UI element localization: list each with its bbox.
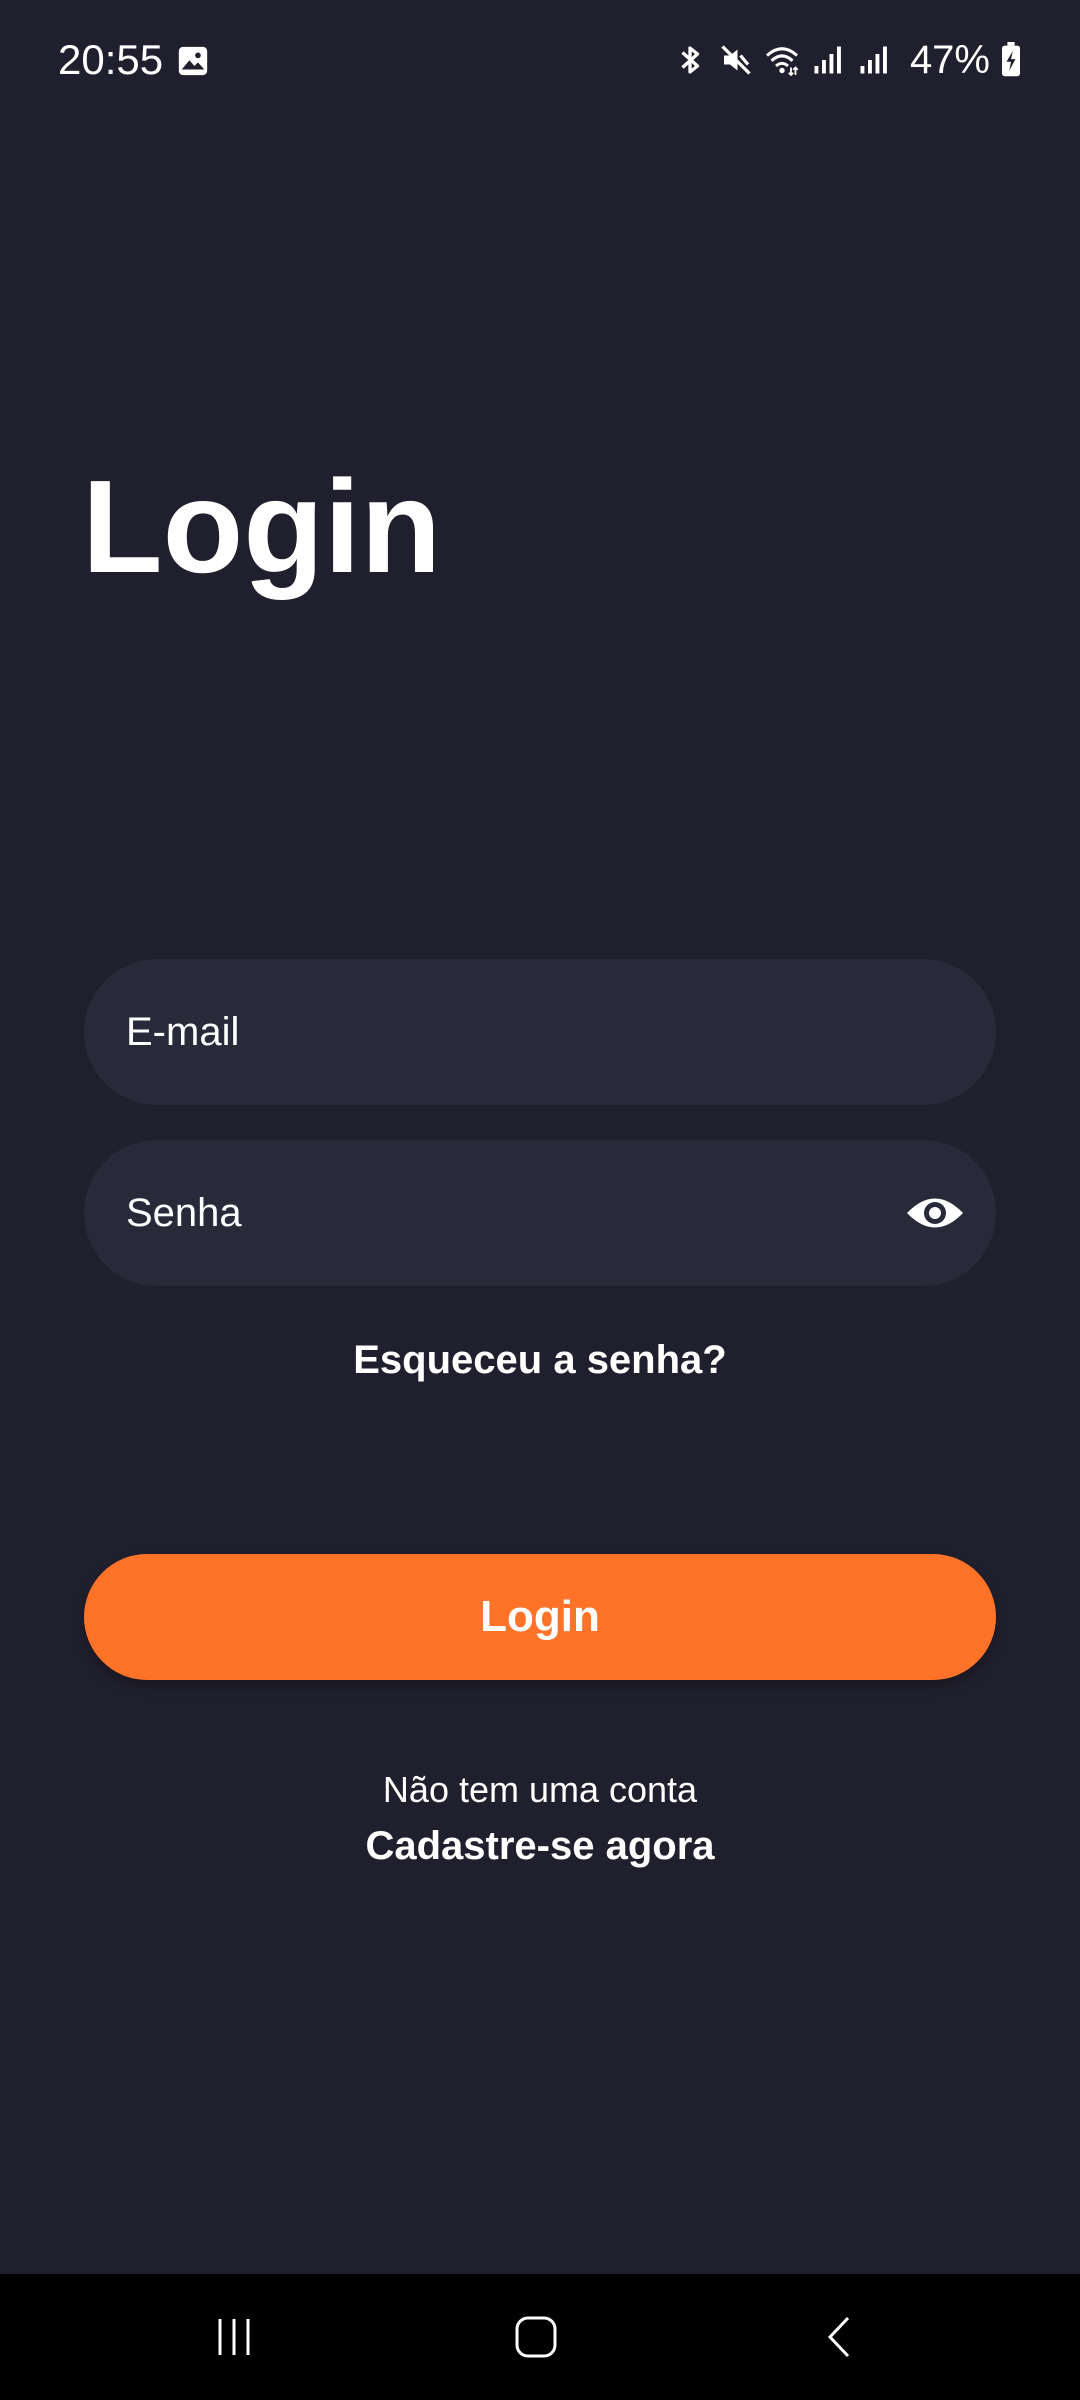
- back-icon: [827, 2316, 850, 2358]
- signal-icon: [860, 46, 887, 74]
- status-icons: 47%: [672, 34, 1022, 86]
- navigation-bar: [0, 2274, 1080, 2400]
- back-button[interactable]: [810, 2307, 870, 2367]
- home-icon: [515, 2316, 557, 2358]
- bluetooth-icon: [681, 46, 700, 74]
- gallery-icon: [178, 46, 208, 76]
- status-bar: 20:55 47%: [0, 0, 1080, 120]
- battery-percentage: 47%: [909, 38, 990, 82]
- forgot-password-link[interactable]: Esqueceu a senha?: [0, 1334, 1080, 1386]
- wifi-icon: [765, 47, 799, 77]
- battery-charging-icon: [1002, 42, 1020, 77]
- home-button[interactable]: [506, 2307, 566, 2367]
- recent-apps-button[interactable]: [204, 2307, 264, 2367]
- email-field[interactable]: [84, 959, 996, 1105]
- login-button[interactable]: Login: [84, 1554, 996, 1680]
- signal-icon: [814, 46, 841, 74]
- password-field[interactable]: [84, 1140, 996, 1286]
- email-input[interactable]: [126, 959, 906, 1105]
- page-title: Login: [82, 453, 442, 600]
- toggle-password-visibility-button[interactable]: [904, 1183, 966, 1243]
- eye-icon: [907, 1198, 963, 1228]
- recent-apps-icon: [218, 2319, 250, 2355]
- no-account-text: Não tem uma conta: [382, 1769, 698, 1810]
- mute-icon: [721, 45, 751, 75]
- signup-link[interactable]: Cadastre-se agora: [0, 1818, 1080, 1874]
- password-input[interactable]: [126, 1140, 906, 1286]
- status-time: 20:55: [58, 36, 164, 83]
